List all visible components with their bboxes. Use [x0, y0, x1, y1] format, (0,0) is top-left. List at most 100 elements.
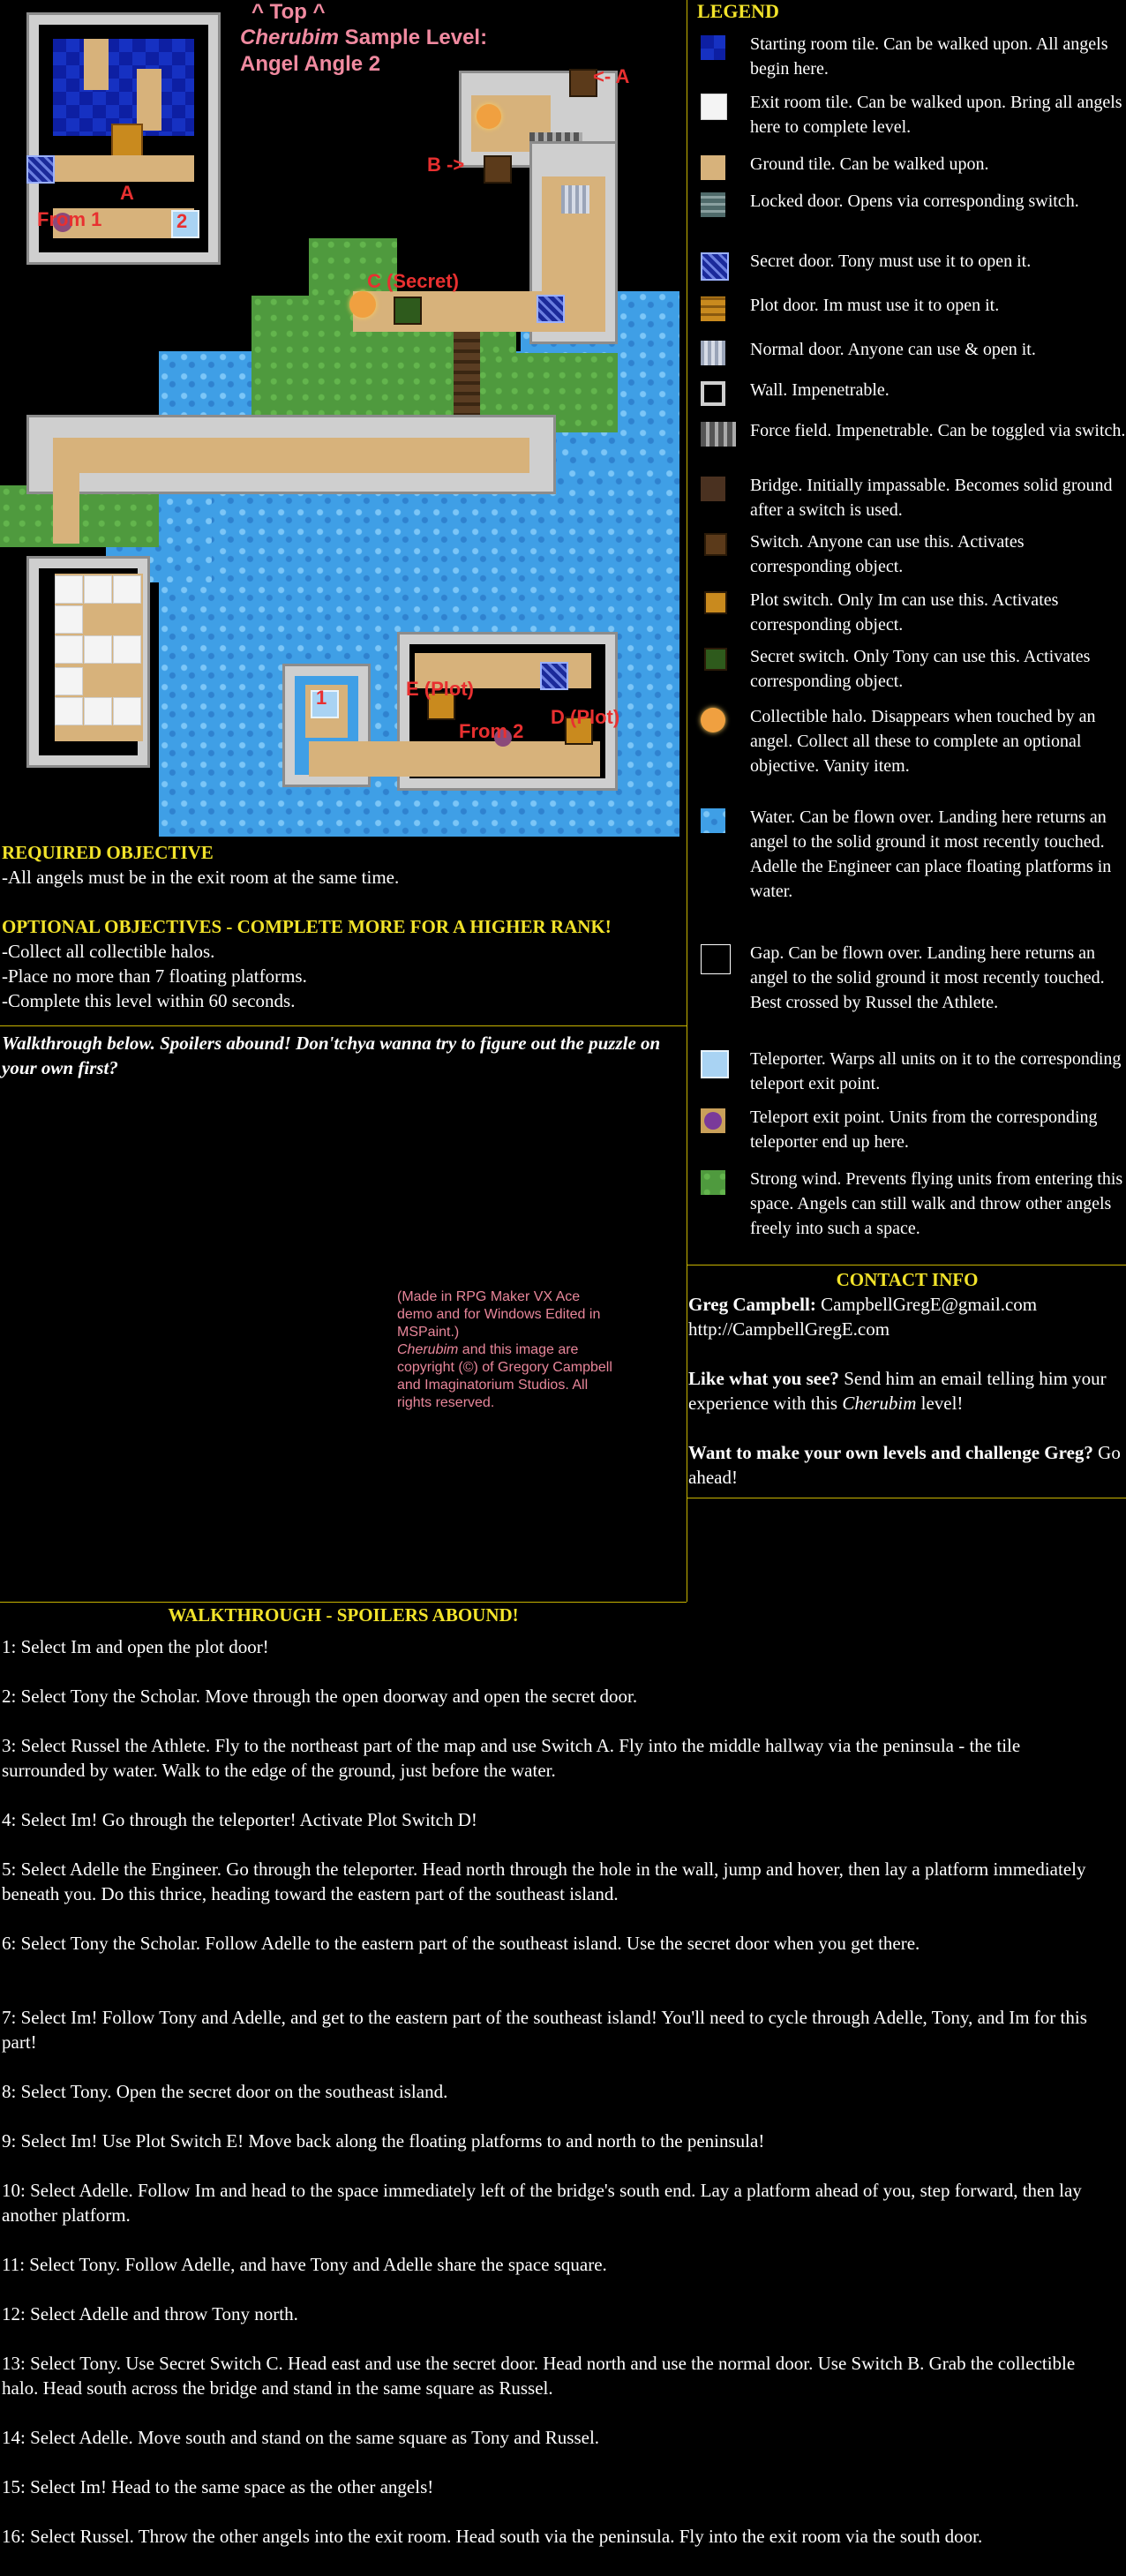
from1-label: From 1 [37, 208, 102, 230]
legend-text: Exit room tile. Can be walked upon. Brin… [750, 93, 1122, 137]
water-icon [701, 808, 725, 833]
bridge-icon [701, 477, 725, 501]
objectives-panel: REQUIRED OBJECTIVE -All angels must be i… [2, 840, 685, 1013]
legend-title: LEGEND [697, 0, 779, 22]
contact-email[interactable]: CampbellGregE@gmail.com [816, 1294, 1037, 1315]
legend-text: Switch. Anyone can use this. Activates c… [750, 532, 1025, 576]
ground-corridor [53, 155, 194, 182]
secret-door [26, 155, 55, 184]
legend-item-secret-door: Secret door. Tony must use it to open it… [695, 249, 1126, 281]
divider-line [0, 1602, 687, 1603]
legend-text: Plot door. Im must use it to open it. [750, 296, 1000, 315]
legend-text: Starting room tile. Can be walked upon. … [750, 34, 1108, 79]
collectible-halo [349, 291, 376, 318]
legend-item-plot-door: Plot door. Im must use it to open it. [695, 293, 1126, 321]
exit-tile [55, 635, 83, 664]
legend-item-teleport-exit: Teleport exit point. Units from the corr… [695, 1105, 1126, 1158]
walkthrough-step: 1: Select Im and open the plot door! [2, 1636, 269, 1657]
legend-text: Teleporter. Warps all units on it to the… [750, 1049, 1122, 1093]
switch-a-label: <- A [593, 65, 630, 87]
walkthrough-step: 11: Select Tony. Follow Adelle, and have… [2, 2254, 607, 2275]
level-title-rest: Sample Level: [339, 26, 488, 49]
starting-room [53, 39, 194, 136]
plot-switch-icon [704, 591, 727, 614]
c-secret-label: C (Secret) [367, 270, 459, 292]
a-small-label: A [120, 182, 134, 204]
legend-item-ground: Ground tile. Can be walked upon. [695, 152, 1126, 180]
walkthrough-step: 10: Select Adelle. Follow Im and head to… [2, 2180, 1082, 2226]
walkthrough-step: 8: Select Tony. Open the secret door on … [2, 2081, 448, 2102]
walkthrough-step: 15: Select Im! Head to the same space as… [2, 2476, 434, 2497]
credits-copyright: Cherubim and this image are copyright (©… [397, 1341, 618, 1412]
legend-item-exit-room: Exit room tile. Can be walked upon. Brin… [695, 90, 1126, 143]
legend-text: Secret switch. Only Tony can use this. A… [750, 647, 1091, 691]
secret-door-icon [701, 252, 729, 281]
level-title-game: Cherubim [240, 26, 340, 49]
contact-make: Want to make your own levels and challen… [688, 1440, 1126, 1490]
grass-area [0, 485, 159, 547]
teleporter-1-label: 1 [316, 687, 327, 709]
bridge [454, 332, 480, 424]
walkthrough-step: 9: Select Im! Use Plot Switch E! Move ba… [2, 2130, 765, 2152]
required-item: -All angels must be in the exit room at … [2, 867, 400, 888]
required-title: REQUIRED OBJECTIVE [2, 842, 214, 863]
like-italic: Cherubim [842, 1393, 917, 1414]
legend-text: Secret door. Tony must use it to open it… [750, 252, 1032, 271]
level-title: Cherubim Sample Level: Angel Angle 2 [240, 25, 487, 78]
teleport-exit-icon [701, 1108, 725, 1133]
walkthrough-step: 12: Select Adelle and throw Tony north. [2, 2303, 298, 2324]
legend-text: Plot switch. Only Im can use this. Activ… [750, 590, 1059, 635]
walkthrough-step: 6: Select Tony the Scholar. Follow Adell… [2, 1933, 920, 1954]
legend-text: Wall. Impenetrable. [750, 380, 890, 400]
from2-label: From 2 [459, 720, 524, 742]
contact-panel: CONTACT INFO Greg Campbell: CampbellGreg… [688, 1267, 1126, 1490]
exit-tile [55, 667, 83, 695]
legend-item-teleporter: Teleporter. Warps all units on it to the… [695, 1047, 1126, 1100]
secret-switch-c [394, 297, 422, 325]
d-plot-label: D (Plot) [551, 706, 620, 728]
legend-item-strong-wind: Strong wind. Prevents flying units from … [695, 1167, 1126, 1264]
legend-text: Water. Can be flown over. Landing here r… [750, 807, 1112, 901]
level-map: From 1 2 A ^ Top ^ Cherubim Sample Level… [0, 0, 679, 837]
legend-item-switch: Switch. Anyone can use this. Activates c… [695, 529, 1126, 582]
divider-line [0, 1025, 687, 1026]
level-title-name: Angel Angle 2 [240, 52, 381, 76]
starting-room-icon [701, 35, 725, 60]
walkthrough-step: 4: Select Im! Go through the teleporter!… [2, 1809, 477, 1830]
optional-item: -Place no more than 7 floating platforms… [2, 965, 307, 987]
ground-area [309, 741, 600, 777]
contact-line: Greg Campbell: CampbellGregE@gmail.com [688, 1292, 1126, 1317]
collectible-halo [477, 104, 501, 129]
legend-item-secret-switch: Secret switch. Only Tony can use this. A… [695, 644, 1126, 697]
legend-item-normal-door: Normal door. Anyone can use & open it. [695, 337, 1126, 365]
walkthrough-step: 14: Select Adelle. Move south and stand … [2, 2427, 600, 2448]
walkthrough-step: 2: Select Tony the Scholar. Move through… [2, 1686, 638, 1707]
contact-url[interactable]: http://CampbellGregE.com [688, 1317, 1126, 1341]
like-rest-2: level! [916, 1393, 964, 1414]
legend-text: Teleport exit point. Units from the corr… [750, 1108, 1098, 1152]
e-plot-label: E (Plot) [406, 678, 474, 700]
ground-tile-icon [701, 155, 725, 180]
exit-tile [55, 697, 83, 725]
exit-tile [84, 635, 112, 664]
middle-hallway [53, 438, 529, 473]
exit-tile [55, 575, 83, 604]
optional-item: -Collect all collectible halos. [2, 941, 215, 962]
switch-b-label: B -> [427, 154, 465, 176]
make-bold: Want to make your own levels and challen… [688, 1442, 1093, 1463]
legend-text: Normal door. Anyone can use & open it. [750, 340, 1036, 359]
legend-item-locked-door: Locked door. Opens via corresponding swi… [695, 189, 1126, 242]
contact-title: CONTACT INFO [836, 1269, 979, 1290]
legend-text: Collectible halo. Disappears when touche… [750, 707, 1096, 776]
exit-tile [113, 575, 141, 604]
legend-text: Gap. Can be flown over. Landing here ret… [750, 943, 1105, 1012]
legend-text: Strong wind. Prevents flying units from … [750, 1169, 1123, 1238]
secret-door-c [537, 295, 565, 323]
legend-text: Locked door. Opens via corresponding swi… [750, 192, 1079, 211]
switch-icon [704, 533, 727, 556]
exit-tile [84, 697, 112, 725]
legend-text: Ground tile. Can be walked upon. [750, 154, 989, 174]
force-field-icon [701, 422, 736, 447]
credits-made-with: (Made in RPG Maker VX Ace demo and for W… [397, 1289, 601, 1340]
normal-door-icon [701, 341, 725, 365]
